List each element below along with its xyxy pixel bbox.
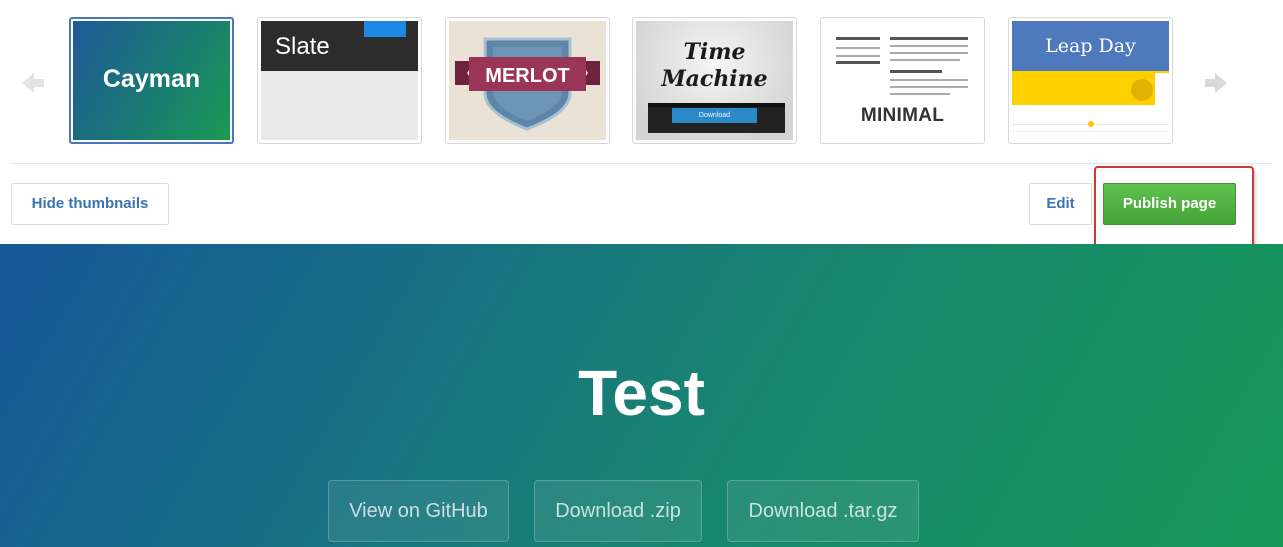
merlot-ribbon-icon: MERLOT: [455, 37, 600, 131]
minimal-preview: MINIMAL: [824, 21, 981, 140]
slate-preview: Slate: [261, 21, 418, 140]
theme-label: Machine: [661, 66, 768, 92]
arrow-left-icon[interactable]: [17, 68, 47, 98]
download-tar-gz-button[interactable]: Download .tar.gz: [727, 480, 919, 542]
preview-download-label: Download: [672, 108, 757, 123]
theme-thumb-merlot[interactable]: MERLOT: [445, 17, 610, 144]
theme-label: Leap Day: [1045, 35, 1136, 57]
theme-label: MINIMAL: [860, 105, 945, 126]
theme-thumb-slate[interactable]: Slate: [257, 17, 422, 144]
publish-page-button[interactable]: Publish page: [1103, 183, 1236, 225]
page-header: Test View on GitHub Download .zip Downlo…: [0, 244, 1283, 547]
divider: [11, 163, 1272, 164]
leap-day-preview: Leap Day: [1012, 21, 1169, 140]
arrow-right-icon[interactable]: [1202, 68, 1232, 98]
theme-thumb-minimal[interactable]: MINIMAL: [820, 17, 985, 144]
theme-label: Slate: [275, 33, 330, 60]
github-icon: [1131, 79, 1153, 101]
merlot-preview: MERLOT: [449, 21, 606, 140]
cayman-preview: Cayman: [73, 21, 230, 140]
theme-thumb-cayman[interactable]: Cayman: [69, 17, 234, 144]
edit-button[interactable]: Edit: [1029, 183, 1092, 225]
theme-label: Time: [683, 39, 746, 65]
time-machine-preview: Time Machine Download: [636, 21, 793, 140]
hide-thumbnails-button[interactable]: Hide thumbnails: [11, 183, 169, 225]
theme-thumb-time-machine[interactable]: Time Machine Download: [632, 17, 797, 144]
svg-text:MERLOT: MERLOT: [485, 65, 569, 87]
theme-label: Cayman: [102, 65, 201, 93]
view-on-github-button[interactable]: View on GitHub: [328, 480, 509, 542]
theme-chooser: Cayman Slate MERLOT Time Machine Downloa…: [0, 0, 1283, 257]
download-zip-button[interactable]: Download .zip: [534, 480, 702, 542]
theme-thumb-leap-day[interactable]: Leap Day: [1008, 17, 1173, 144]
project-title: Test: [578, 357, 705, 429]
